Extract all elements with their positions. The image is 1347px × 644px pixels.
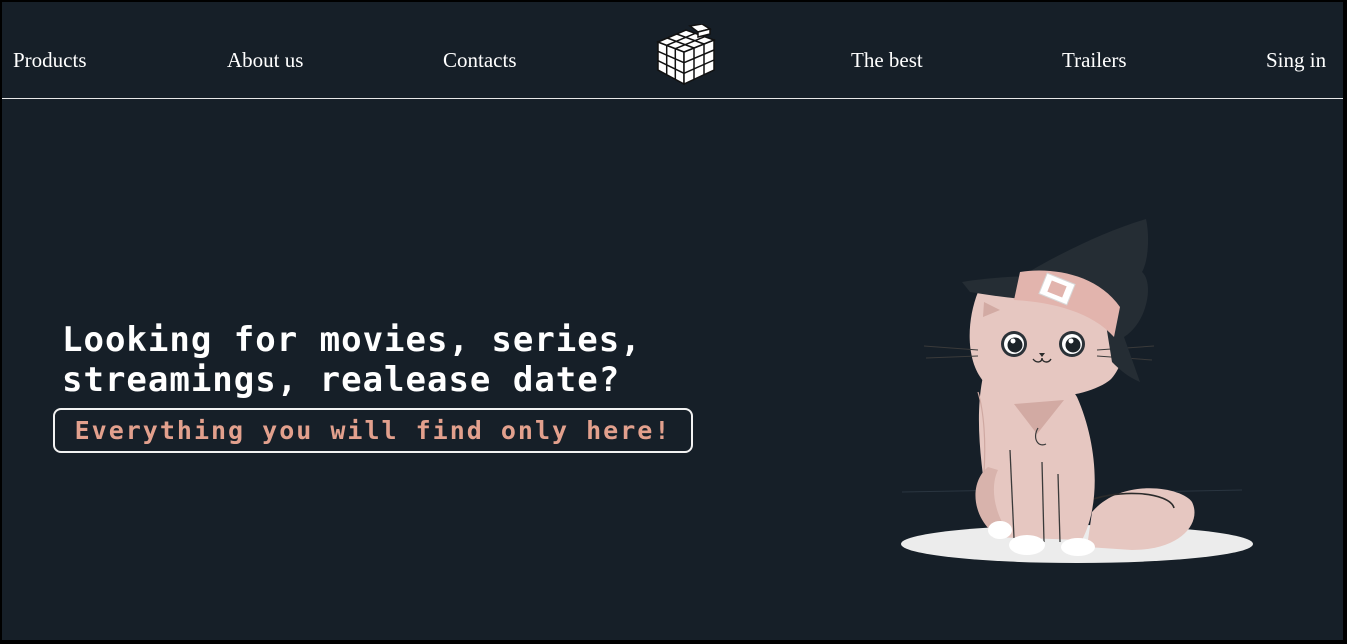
hero-title-line-2: streamings, realease date? bbox=[62, 360, 621, 400]
rubiks-cube-icon[interactable] bbox=[654, 23, 718, 88]
nav-sign-in-link[interactable]: Sing in bbox=[1266, 48, 1326, 72]
tagline: Everything you will find only here! bbox=[74, 416, 672, 445]
nav-trailers-link[interactable]: Trailers bbox=[1062, 48, 1127, 72]
nav-about-us-link[interactable]: About us bbox=[227, 48, 303, 72]
top-nav: Products About us Contacts The best Trai… bbox=[2, 2, 1343, 99]
nav-contacts-link[interactable]: Contacts bbox=[443, 48, 517, 72]
witch-cat-illustration bbox=[892, 212, 1262, 572]
page: Products About us Contacts The best Trai… bbox=[2, 2, 1343, 640]
tagline-box: Everything you will find only here! bbox=[53, 408, 693, 453]
hero-title: Looking for movies, series, streamings, … bbox=[62, 320, 642, 400]
nav-products-link[interactable]: Products bbox=[13, 48, 87, 72]
hero-title-line-1: Looking for movies, series, bbox=[62, 320, 642, 360]
nav-the-best-link[interactable]: The best bbox=[851, 48, 923, 72]
